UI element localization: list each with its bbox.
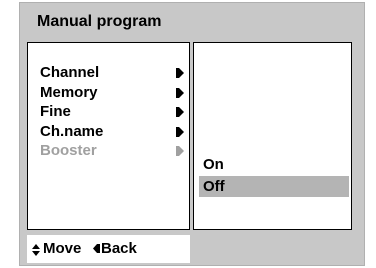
move-hint-label: Move: [43, 240, 82, 257]
arrow-left-icon: [93, 244, 100, 253]
option-label: On: [203, 156, 224, 173]
menu-item-channel[interactable]: Channel: [40, 63, 185, 82]
arrow-right-icon: [176, 88, 184, 98]
back-hint-label: Back: [101, 240, 137, 257]
footer-hints: Move Back: [27, 235, 190, 263]
option-on[interactable]: On: [199, 154, 349, 175]
menu-item-label: Memory: [40, 84, 98, 101]
menu-item-label: Ch.name: [40, 123, 104, 140]
menu-item-label: Fine: [40, 103, 71, 120]
arrow-right-icon: [176, 146, 184, 156]
arrow-right-icon: [176, 68, 184, 78]
menu-panel: Channel Memory Fine Ch.name Booster: [27, 42, 190, 230]
manual-program-dialog: Manual program Channel Memory Fine Ch.na…: [19, 2, 365, 266]
dialog-title: Manual program: [37, 13, 162, 30]
up-down-arrows-icon: [32, 244, 40, 256]
option-label: Off: [203, 178, 225, 195]
option-off[interactable]: Off: [199, 176, 349, 197]
menu-item-label: Booster: [40, 142, 97, 159]
arrow-right-icon: [176, 127, 184, 137]
menu-item-label: Channel: [40, 64, 100, 81]
menu-item-fine[interactable]: Fine: [40, 102, 185, 121]
menu-item-memory[interactable]: Memory: [40, 83, 185, 102]
arrow-right-icon: [176, 107, 184, 117]
menu-item-booster[interactable]: Booster: [40, 141, 185, 160]
options-panel: On Off: [193, 42, 352, 230]
menu-item-ch-name[interactable]: Ch.name: [40, 122, 185, 141]
